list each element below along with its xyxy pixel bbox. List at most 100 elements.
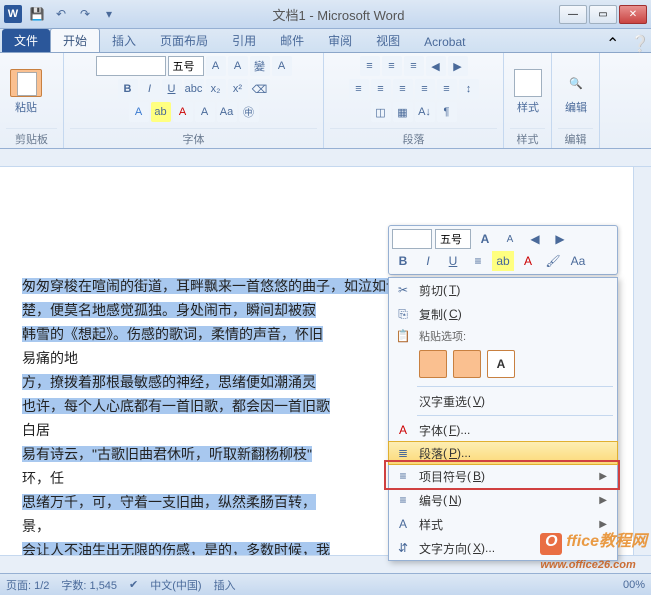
- font-name-combo[interactable]: [96, 56, 166, 76]
- align-right-button[interactable]: ≡: [393, 79, 413, 99]
- paste-keep-source[interactable]: [419, 350, 447, 378]
- mini-bold[interactable]: B: [392, 251, 414, 271]
- mini-highlight[interactable]: ab: [492, 251, 514, 271]
- tab-layout[interactable]: 页面布局: [148, 29, 220, 52]
- undo-icon[interactable]: ↶: [52, 5, 70, 23]
- paste-button[interactable]: 粘贴: [6, 67, 46, 117]
- grow-font-button[interactable]: A: [206, 56, 226, 76]
- status-mode[interactable]: 插入: [214, 577, 236, 593]
- minimize-ribbon-icon[interactable]: ⌃: [606, 34, 624, 52]
- align-left-button[interactable]: ≡: [349, 79, 369, 99]
- text-effects-button[interactable]: A: [129, 102, 149, 122]
- phonetic-button[interactable]: 變: [250, 56, 270, 76]
- paste-icon: [10, 69, 42, 97]
- window-titlebar: W 💾 ↶ ↷ ▾ 文档1 - Microsoft Word — ▭ ✕: [0, 0, 651, 29]
- justify-button[interactable]: ≡: [415, 79, 435, 99]
- char-border-button[interactable]: A: [272, 56, 292, 76]
- font-color-button[interactable]: A: [173, 102, 193, 122]
- ctx-separator: [417, 386, 613, 387]
- text-line[interactable]: 思绪万千，可，守着一支旧曲，纵然柔肠百转，: [22, 494, 316, 510]
- subscript-button[interactable]: x₂: [206, 79, 226, 99]
- italic-button[interactable]: I: [140, 79, 160, 99]
- status-zoom[interactable]: 00%: [623, 579, 645, 591]
- bold-button[interactable]: B: [118, 79, 138, 99]
- text-line[interactable]: 易有诗云，"古歌旧曲君休听，听取新翻杨柳枝": [22, 446, 312, 462]
- mini-format-painter[interactable]: 🖌: [542, 251, 564, 271]
- close-button[interactable]: ✕: [619, 5, 647, 24]
- mini-increase-indent[interactable]: ▶: [549, 229, 571, 249]
- sort-button[interactable]: A↓: [415, 102, 435, 122]
- shrink-font-button[interactable]: A: [228, 56, 248, 76]
- tab-references[interactable]: 引用: [220, 29, 268, 52]
- numbering-button[interactable]: ≡: [382, 56, 402, 76]
- char-shading-button[interactable]: A: [195, 102, 215, 122]
- vertical-scrollbar[interactable]: [633, 167, 651, 573]
- mini-font-name[interactable]: [392, 229, 432, 249]
- tab-review[interactable]: 审阅: [316, 29, 364, 52]
- tab-acrobat[interactable]: Acrobat: [412, 32, 477, 52]
- horizontal-ruler[interactable]: [0, 149, 651, 167]
- text-line[interactable]: 方，撩拨着那根最敏感的神经，思绪便如潮涌灵: [22, 374, 316, 390]
- help-icon[interactable]: ❔: [630, 34, 648, 52]
- tab-view[interactable]: 视图: [364, 29, 412, 52]
- mini-shrink-font[interactable]: A: [499, 229, 521, 249]
- status-page[interactable]: 页面: 1/2: [6, 577, 49, 593]
- decrease-indent-button[interactable]: ◀: [426, 56, 446, 76]
- paste-merge[interactable]: [453, 350, 481, 378]
- status-proofing-icon[interactable]: ✔: [129, 578, 138, 591]
- group-clipboard-label: 剪贴板: [6, 128, 57, 147]
- ribbon: 粘贴 剪贴板 五号 A A 變 A B I U abc x₂ x² ⌫: [0, 53, 651, 149]
- underline-button[interactable]: U: [162, 79, 182, 99]
- ctx-hanzi-reselect[interactable]: 汉字重选(V): [389, 389, 617, 413]
- mini-styles[interactable]: Aa: [567, 251, 589, 271]
- ctx-font[interactable]: A 字体(F)...: [389, 418, 617, 442]
- mini-italic[interactable]: I: [417, 251, 439, 271]
- ctx-numbering[interactable]: ≡ 编号(N) ▶: [389, 488, 617, 512]
- tab-home[interactable]: 开始: [50, 28, 100, 52]
- show-marks-button[interactable]: ¶: [437, 102, 457, 122]
- qat-dropdown-icon[interactable]: ▾: [100, 5, 118, 23]
- tab-insert[interactable]: 插入: [100, 29, 148, 52]
- tab-file[interactable]: 文件: [2, 29, 50, 52]
- styles-button[interactable]: 样式: [510, 67, 546, 117]
- ctx-copy[interactable]: ⎘ 复制(C): [389, 302, 617, 326]
- mini-grow-font[interactable]: A: [474, 229, 496, 249]
- strike-button[interactable]: abc: [184, 79, 204, 99]
- ctx-cut[interactable]: ✂ 剪切(T): [389, 278, 617, 302]
- line-spacing-button[interactable]: ↕: [459, 79, 479, 99]
- bullets-button[interactable]: ≡: [360, 56, 380, 76]
- mini-decrease-indent[interactable]: ◀: [524, 229, 546, 249]
- maximize-button[interactable]: ▭: [589, 5, 617, 24]
- superscript-button[interactable]: x²: [228, 79, 248, 99]
- save-icon[interactable]: 💾: [28, 5, 46, 23]
- mini-center[interactable]: ≡: [467, 251, 489, 271]
- highlight-button[interactable]: ab: [151, 102, 171, 122]
- change-case-button[interactable]: Aa: [217, 102, 237, 122]
- mini-font-size[interactable]: 五号: [435, 229, 471, 249]
- shading-button[interactable]: ◫: [371, 102, 391, 122]
- redo-icon[interactable]: ↷: [76, 5, 94, 23]
- minimize-button[interactable]: —: [559, 5, 587, 24]
- ctx-bullets[interactable]: ≡ 项目符号(B) ▶: [389, 464, 617, 488]
- status-language[interactable]: 中文(中国): [150, 577, 201, 593]
- group-styles-label: 样式: [510, 128, 545, 147]
- editing-button[interactable]: 🔍 编辑: [558, 67, 594, 117]
- text-line[interactable]: 韩雪的《想起》。伤感的歌词，柔情的声音，怀旧: [22, 326, 323, 342]
- mini-font-color[interactable]: A: [517, 251, 539, 271]
- status-words[interactable]: 字数: 1,545: [61, 577, 117, 593]
- enclose-char-button[interactable]: ㊥: [239, 102, 259, 122]
- multilevel-button[interactable]: ≡: [404, 56, 424, 76]
- align-center-button[interactable]: ≡: [371, 79, 391, 99]
- mini-underline[interactable]: U: [442, 251, 464, 271]
- increase-indent-button[interactable]: ▶: [448, 56, 468, 76]
- paste-text-only[interactable]: A: [487, 350, 515, 378]
- ctx-paragraph[interactable]: ≣ 段落(P)...: [388, 441, 618, 465]
- clear-format-button[interactable]: ⌫: [250, 79, 270, 99]
- font-size-combo[interactable]: 五号: [168, 56, 204, 76]
- group-clipboard: 粘贴 剪贴板: [0, 53, 64, 148]
- distribute-button[interactable]: ≡: [437, 79, 457, 99]
- text-line[interactable]: 楚，便莫名地感觉孤独。身处闹市，瞬间却被寂: [22, 302, 316, 318]
- tab-mail[interactable]: 邮件: [268, 29, 316, 52]
- borders-button[interactable]: ▦: [393, 102, 413, 122]
- text-line[interactable]: 也许，每个人心底都有一首旧歌，都会因一首旧歌: [22, 398, 330, 414]
